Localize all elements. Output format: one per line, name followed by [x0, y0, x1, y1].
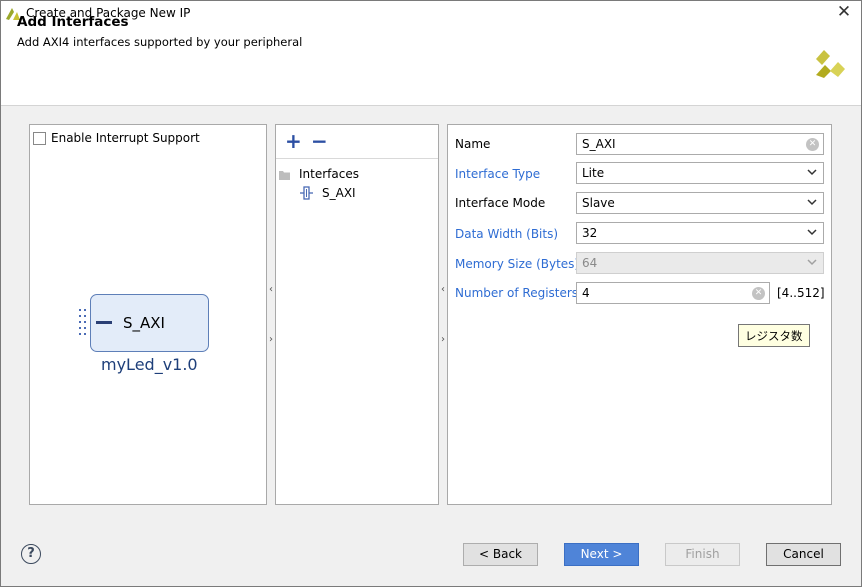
- interface-type-label[interactable]: Interface Type: [455, 167, 540, 181]
- num-registers-range: [4..512]: [777, 286, 825, 300]
- xilinx-logo-icon: [816, 50, 845, 78]
- chevron-down-icon: [807, 229, 817, 236]
- remove-interface-button[interactable]: −: [311, 131, 328, 151]
- name-field[interactable]: S_AXI ✕: [576, 133, 824, 155]
- interface-port-icon: [79, 309, 86, 335]
- finish-button: Finish: [665, 543, 740, 566]
- add-interface-button[interactable]: +: [285, 131, 302, 151]
- ip-name-label: myLed_v1.0: [101, 355, 198, 374]
- bus-interface-icon: [300, 186, 313, 200]
- help-button[interactable]: ?: [21, 544, 41, 564]
- toolbar-divider: [276, 158, 438, 159]
- num-registers-field[interactable]: 4 ✕: [576, 282, 770, 304]
- close-button[interactable]: ✕: [832, 2, 856, 24]
- back-button[interactable]: < Back: [463, 543, 538, 566]
- folder-icon: [279, 171, 290, 180]
- data-width-select[interactable]: 32: [576, 222, 824, 244]
- name-label: Name: [455, 137, 491, 151]
- interface-mode-value: Slave: [582, 196, 615, 210]
- chevron-down-icon: [807, 259, 817, 266]
- page-subtitle: Add AXI4 interfaces supported by your pe…: [17, 35, 303, 49]
- ip-interface-label: S_AXI: [123, 314, 165, 332]
- interface-mode-label: Interface Mode: [455, 196, 546, 210]
- page-title: Add Interfaces: [17, 14, 129, 30]
- splitter-expand-right-icon[interactable]: ›: [267, 334, 275, 345]
- enable-interrupt-checkbox[interactable]: [33, 132, 46, 145]
- data-width-value: 32: [582, 226, 598, 240]
- enable-interrupt-label: Enable Interrupt Support: [51, 131, 200, 145]
- memory-size-label[interactable]: Memory Size (Bytes): [455, 257, 579, 271]
- num-registers-label[interactable]: Number of Registers: [455, 286, 578, 300]
- name-value: S_AXI: [582, 137, 616, 151]
- data-width-label[interactable]: Data Width (Bits): [455, 227, 558, 241]
- clear-icon[interactable]: ✕: [752, 287, 765, 300]
- num-registers-value: 4: [582, 286, 590, 300]
- interface-collapse-icon[interactable]: [96, 321, 112, 324]
- splitter-collapse-left-icon[interactable]: ‹: [439, 284, 447, 295]
- tooltip: レジスタ数: [738, 324, 810, 347]
- chevron-down-icon: [807, 169, 817, 176]
- interface-mode-select[interactable]: Slave: [576, 192, 824, 214]
- splitter-collapse-left-icon[interactable]: ‹: [267, 284, 275, 295]
- clear-icon[interactable]: ✕: [806, 138, 819, 151]
- tree-root-interfaces[interactable]: Interfaces: [299, 167, 359, 181]
- chevron-down-icon: [807, 199, 817, 206]
- memory-size-select: 64: [576, 252, 824, 274]
- memory-size-value: 64: [582, 256, 598, 270]
- interface-type-value: Lite: [582, 166, 605, 180]
- interfaces-tree-panel: [275, 124, 439, 505]
- tree-item-s-axi[interactable]: S_AXI: [322, 186, 356, 200]
- next-button[interactable]: Next >: [564, 543, 639, 566]
- interface-type-select[interactable]: Lite: [576, 162, 824, 184]
- splitter-expand-right-icon[interactable]: ›: [439, 334, 447, 345]
- cancel-button[interactable]: Cancel: [766, 543, 841, 566]
